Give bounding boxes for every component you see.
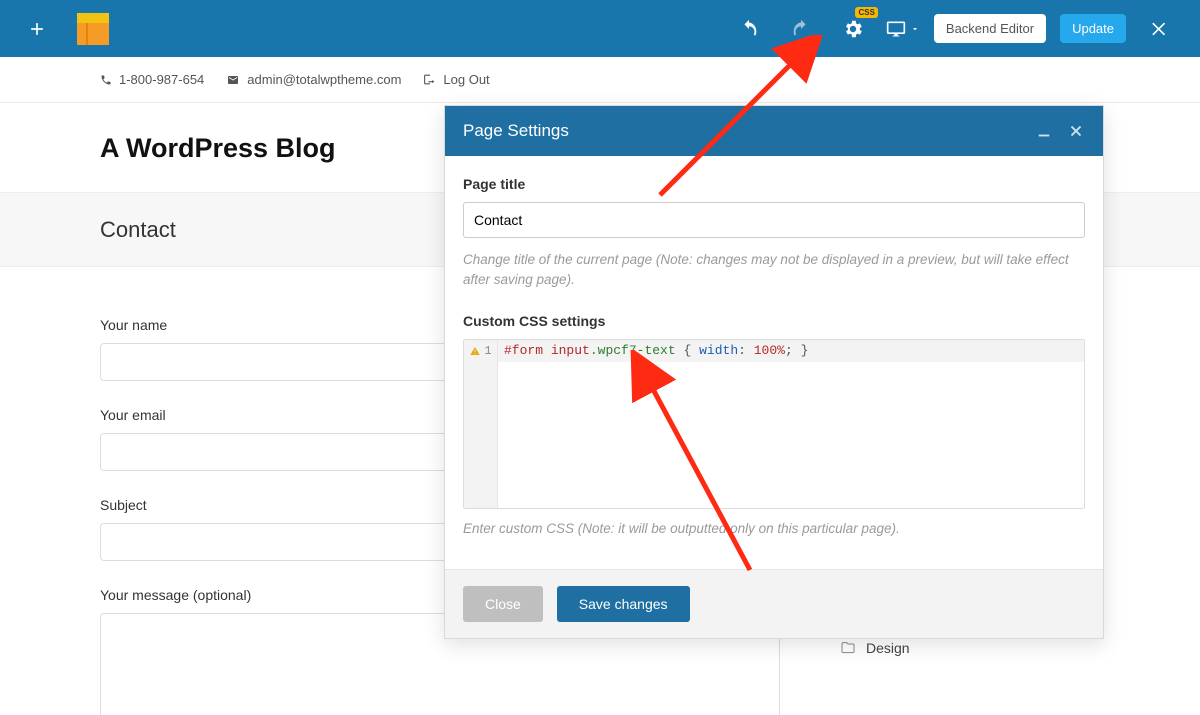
line-number: 1 — [484, 344, 491, 358]
page-title-field-label: Page title — [463, 176, 1085, 192]
css-token-brace-close: } — [801, 343, 809, 358]
modal-close-button[interactable] — [1067, 122, 1085, 140]
custom-css-editor[interactable]: 1 #form input .wpcf7-text { width : 100%… — [463, 339, 1085, 509]
modal-title: Page Settings — [463, 121, 569, 141]
undo-button[interactable] — [730, 10, 768, 48]
close-icon — [1067, 122, 1085, 140]
page-settings-modal: Page Settings Page title Change title of… — [444, 105, 1104, 639]
page-title-help: Change title of the current page (Note: … — [463, 250, 1085, 291]
category-label: Design — [866, 640, 910, 656]
custom-css-help: Enter custom CSS (Note: it will be outpu… — [463, 519, 1085, 539]
css-token-colon: : — [738, 343, 746, 358]
css-token-brace-open: { — [683, 343, 691, 358]
logout-icon — [423, 73, 436, 86]
page-settings-button[interactable]: CSS — [834, 10, 872, 48]
close-icon — [1149, 19, 1169, 39]
envelope-icon — [226, 74, 240, 86]
css-token-value: 100% — [754, 343, 785, 358]
custom-css-label: Custom CSS settings — [463, 313, 1085, 329]
css-token-class: .wpcf7-text — [590, 343, 676, 358]
css-token-semi: ; — [785, 343, 793, 358]
css-token-selector: #form — [504, 343, 543, 358]
modal-minimize-button[interactable] — [1035, 122, 1053, 140]
logout-link[interactable]: Log Out — [423, 72, 489, 87]
templates-icon — [77, 13, 109, 45]
modal-save-btn[interactable]: Save changes — [557, 586, 690, 622]
redo-button[interactable] — [782, 10, 820, 48]
update-button[interactable]: Update — [1060, 14, 1126, 43]
minimize-icon — [1035, 122, 1053, 140]
close-editor-button[interactable] — [1140, 10, 1178, 48]
phone-link[interactable]: 1-800-987-654 — [100, 72, 204, 87]
code-gutter: 1 — [464, 340, 498, 508]
phone-text: 1-800-987-654 — [119, 72, 204, 87]
backend-editor-button[interactable]: Backend Editor — [934, 14, 1046, 43]
warning-icon — [469, 345, 481, 357]
responsive-preview-button[interactable] — [886, 19, 920, 39]
site-utility-bar: 1-800-987-654 admin@totalwptheme.com Log… — [0, 57, 1200, 103]
css-token-prop: width — [699, 343, 738, 358]
page-title: Contact — [0, 217, 176, 243]
email-text: admin@totalwptheme.com — [247, 72, 401, 87]
css-token-element: input — [551, 343, 590, 358]
phone-icon — [100, 74, 112, 86]
logout-text: Log Out — [443, 72, 489, 87]
email-link[interactable]: admin@totalwptheme.com — [226, 72, 401, 87]
page-title-input[interactable] — [463, 202, 1085, 238]
modal-header[interactable]: Page Settings — [445, 106, 1103, 156]
code-content[interactable]: #form input .wpcf7-text { width : 100% ;… — [498, 340, 1084, 508]
add-element-button[interactable] — [18, 10, 56, 48]
modal-close-btn[interactable]: Close — [463, 586, 543, 622]
visual-composer-toolbar: CSS Backend Editor Update — [0, 0, 1200, 57]
gear-icon — [842, 18, 864, 40]
css-badge: CSS — [855, 7, 877, 18]
chevron-down-icon — [910, 24, 920, 34]
folder-icon — [840, 640, 856, 656]
desktop-icon — [886, 19, 906, 39]
templates-button[interactable] — [74, 10, 112, 48]
